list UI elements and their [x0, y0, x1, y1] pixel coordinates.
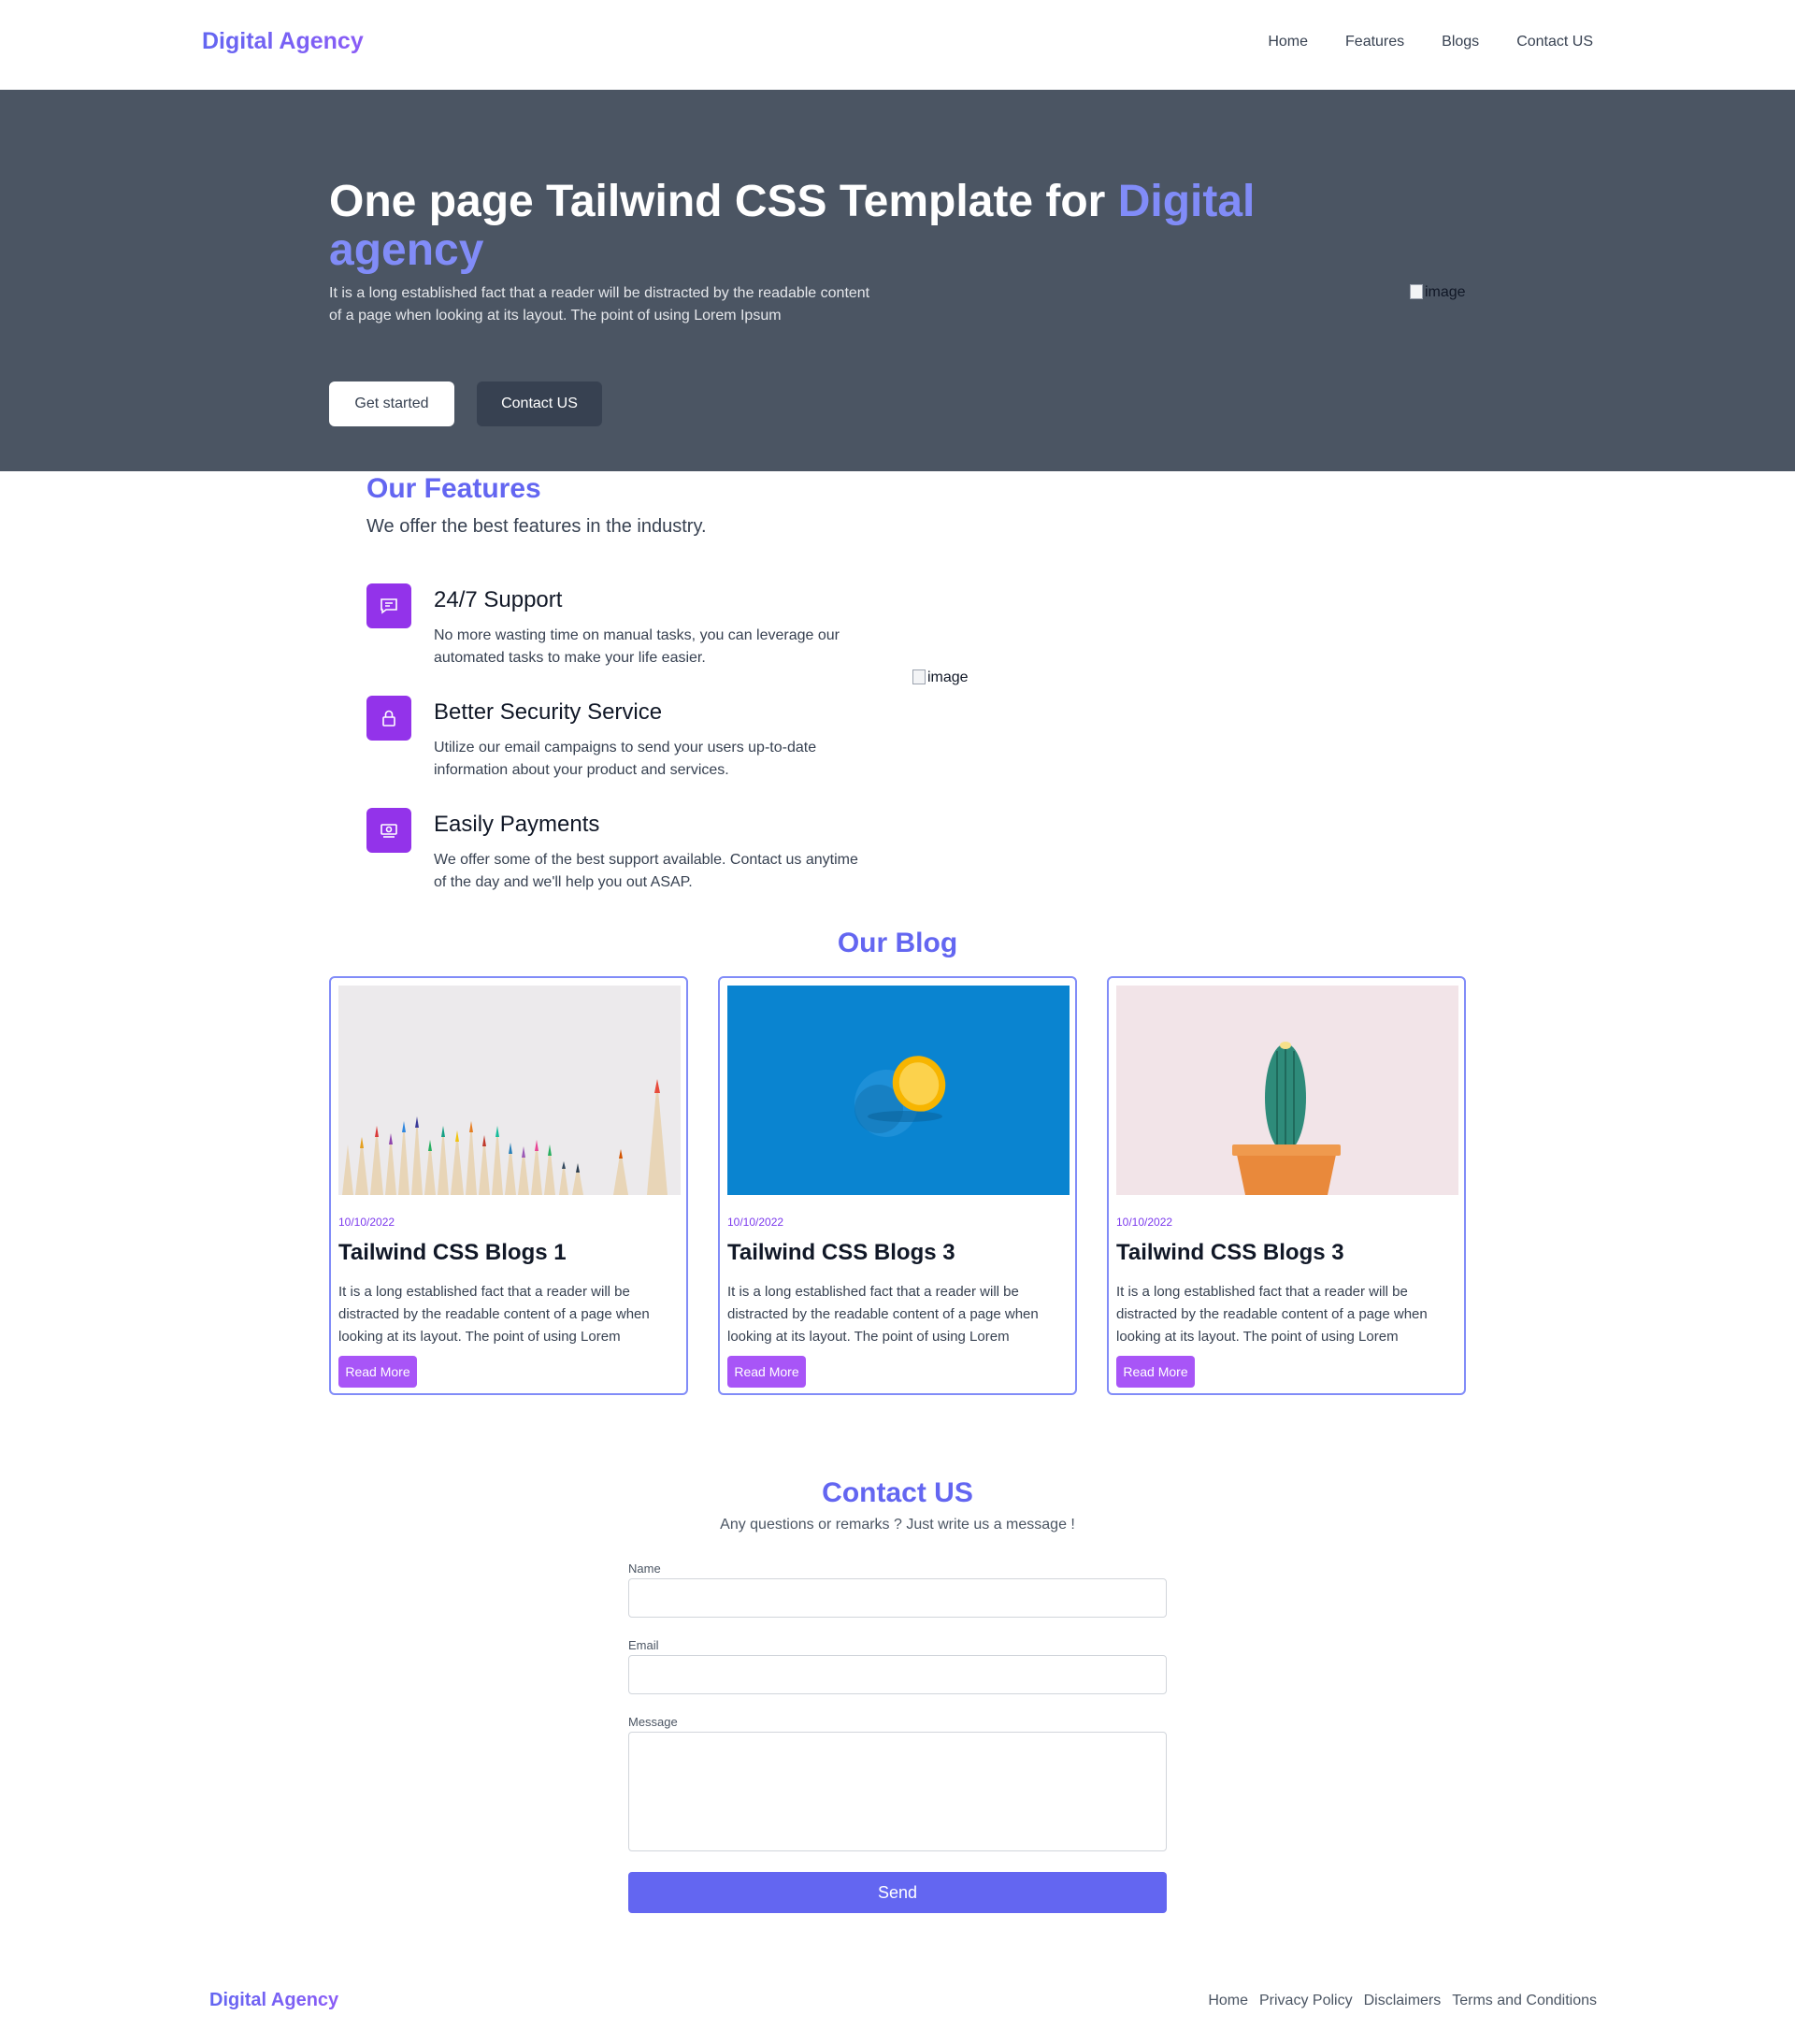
- feature-title: Easily Payments: [434, 812, 600, 837]
- blog-card-title[interactable]: Tailwind CSS Blogs 1: [338, 1240, 567, 1266]
- brand-logo[interactable]: Digital Agency: [202, 28, 364, 55]
- footer-link-disclaimers[interactable]: Disclaimers: [1364, 1993, 1442, 2009]
- feature-text: Utilize our email campaigns to send your…: [434, 740, 817, 778]
- feature-title: 24/7 Support: [434, 587, 563, 612]
- features-image-alt: image: [927, 669, 969, 685]
- footer-nav: Home Privacy Policy Disclaimers Terms an…: [1208, 1993, 1597, 2009]
- nav-link-blogs[interactable]: Blogs: [1442, 34, 1479, 50]
- read-more-button[interactable]: Read More: [1116, 1356, 1195, 1388]
- contact-title: Contact US: [822, 1477, 973, 1508]
- contact-subtitle: Any questions or remarks ? Just write us…: [720, 1517, 1075, 1533]
- feature-title: Better Security Service: [434, 699, 663, 725]
- blog-card: 10/10/2022 Tailwind CSS Blogs 3 It is a …: [1107, 976, 1466, 1395]
- blog-card: 10/10/2022 Tailwind CSS Blogs 3 It is a …: [718, 976, 1077, 1395]
- hero-broken-image: image: [1410, 284, 1466, 304]
- footer-brand[interactable]: Digital Agency: [209, 1990, 338, 2011]
- cactus-image: [1116, 986, 1458, 1195]
- blue-orange-image: [727, 986, 1070, 1195]
- hero-title: One page Tailwind CSS Template for Digit…: [329, 178, 1283, 275]
- get-started-button[interactable]: Get started: [329, 381, 454, 426]
- lock-icon: [366, 696, 411, 741]
- features-title: Our Features: [366, 473, 541, 504]
- feature-text: We offer some of the best support availa…: [434, 852, 858, 890]
- read-more-button[interactable]: Read More: [338, 1356, 417, 1388]
- features-broken-image: image: [912, 669, 969, 689]
- send-button[interactable]: Send: [628, 1872, 1167, 1913]
- footer-link-home[interactable]: Home: [1208, 1993, 1248, 2009]
- colored-pencils-image: [338, 986, 681, 1195]
- read-more-button[interactable]: Read More: [727, 1356, 806, 1388]
- hero-description: It is a long established fact that a rea…: [329, 285, 870, 324]
- email-label: Email: [628, 1638, 659, 1652]
- message-field[interactable]: [628, 1732, 1167, 1851]
- broken-image-icon: [1410, 284, 1423, 299]
- footer-link-privacy[interactable]: Privacy Policy: [1259, 1993, 1353, 2009]
- payment-icon: [366, 808, 411, 853]
- blog-date: 10/10/2022: [338, 1216, 395, 1229]
- name-label: Name: [628, 1562, 661, 1576]
- blog-card-text: It is a long established fact that a rea…: [338, 1284, 650, 1345]
- blog-date: 10/10/2022: [727, 1216, 784, 1229]
- footer-link-terms[interactable]: Terms and Conditions: [1452, 1993, 1597, 2009]
- nav-link-features[interactable]: Features: [1345, 34, 1404, 50]
- broken-image-icon: [912, 669, 926, 684]
- email-field[interactable]: [628, 1655, 1167, 1694]
- blog-date: 10/10/2022: [1116, 1216, 1173, 1229]
- name-field[interactable]: [628, 1578, 1167, 1618]
- nav-link-home[interactable]: Home: [1268, 34, 1308, 50]
- hero-image-alt: image: [1425, 284, 1466, 300]
- main-nav: Home Features Blogs Contact US: [1268, 34, 1593, 50]
- feature-text: No more wasting time on manual tasks, yo…: [434, 627, 840, 666]
- blog-title: Our Blog: [837, 928, 958, 958]
- chat-icon: [366, 583, 411, 628]
- blog-card: 10/10/2022 Tailwind CSS Blogs 1 It is a …: [329, 976, 688, 1395]
- features-subtitle: We offer the best features in the indust…: [366, 516, 707, 537]
- message-label: Message: [628, 1715, 678, 1729]
- blog-card-title[interactable]: Tailwind CSS Blogs 3: [727, 1240, 955, 1266]
- nav-link-contact[interactable]: Contact US: [1516, 34, 1593, 50]
- blog-card-title[interactable]: Tailwind CSS Blogs 3: [1116, 1240, 1344, 1266]
- blog-card-text: It is a long established fact that a rea…: [727, 1284, 1039, 1345]
- top-navbar: Digital Agency Home Features Blogs Conta…: [0, 0, 1795, 90]
- hero-contact-button[interactable]: Contact US: [477, 381, 602, 426]
- hero-section: One page Tailwind CSS Template for Digit…: [0, 90, 1795, 471]
- blog-card-text: It is a long established fact that a rea…: [1116, 1284, 1428, 1345]
- hero-title-main: One page Tailwind CSS Template for: [329, 177, 1118, 226]
